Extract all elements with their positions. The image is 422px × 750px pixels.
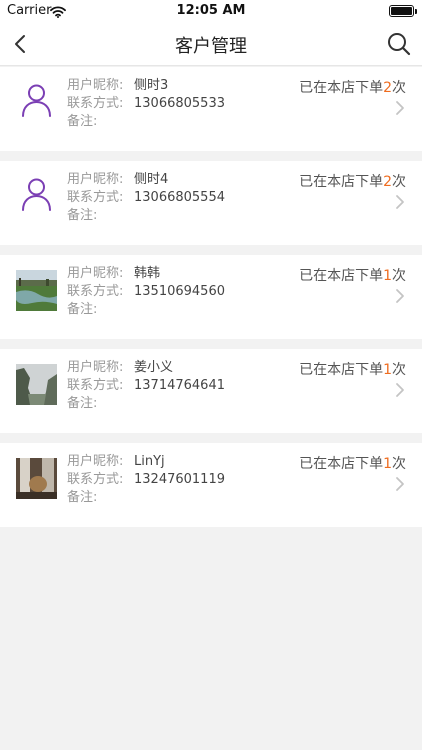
- customer-list: 用户昵称: 联系方式: 备注: 侧时3 13066805533 已在本店下单2次…: [0, 67, 422, 537]
- contact-label: 联系方式:: [67, 472, 124, 487]
- customer-phone: 13714764641: [134, 378, 225, 393]
- remark-label: 备注:: [67, 490, 98, 505]
- order-number: 1: [383, 456, 392, 472]
- contact-label: 联系方式:: [67, 378, 124, 393]
- nickname-label: 用户昵称:: [67, 172, 124, 187]
- order-prefix: 已在本店下单: [299, 174, 384, 190]
- nickname-label: 用户昵称:: [67, 360, 124, 375]
- customer-phone: 13066805554: [134, 190, 225, 205]
- search-icon: [388, 33, 411, 56]
- customer-phone: 13510694560: [134, 284, 225, 299]
- page-title: 客户管理: [175, 36, 247, 57]
- customer-remark: [134, 301, 225, 319]
- order-prefix: 已在本店下单: [299, 362, 384, 378]
- battery-icon: [389, 5, 417, 17]
- order-suffix: 次: [392, 456, 406, 472]
- clock: 12:05 AM: [176, 3, 246, 18]
- order-count: 已在本店下单2次: [299, 77, 406, 97]
- order-prefix: 已在本店下单: [299, 268, 384, 284]
- contact-label: 联系方式:: [67, 190, 124, 205]
- remark-label: 备注:: [67, 208, 98, 223]
- order-count: 已在本店下单1次: [299, 265, 406, 285]
- chevron-right-icon: [395, 194, 405, 210]
- nickname-label: 用户昵称:: [67, 454, 124, 469]
- customer-card[interactable]: 用户昵称: 联系方式: 备注: LinYj 13247601119 已在本店下单…: [0, 443, 422, 527]
- nickname-label: 用户昵称:: [67, 78, 124, 93]
- customer-card[interactable]: 用户昵称: 联系方式: 备注: 侧时4 13066805554 已在本店下单2次: [0, 161, 422, 245]
- remark-label: 备注:: [67, 114, 98, 129]
- order-prefix: 已在本店下单: [299, 456, 384, 472]
- order-suffix: 次: [392, 80, 406, 96]
- order-prefix: 已在本店下单: [299, 80, 384, 96]
- avatar-photo-river: [16, 270, 57, 311]
- person-icon: [16, 80, 57, 121]
- avatar-photo-rock: [16, 458, 57, 499]
- order-count: 已在本店下单1次: [299, 453, 406, 473]
- order-suffix: 次: [392, 174, 406, 190]
- remark-label: 备注:: [67, 396, 98, 411]
- search-button[interactable]: [386, 31, 412, 57]
- contact-label: 联系方式:: [67, 284, 124, 299]
- person-icon: [16, 174, 57, 215]
- customer-phone: 13247601119: [134, 472, 225, 487]
- order-number: 2: [383, 80, 392, 96]
- contact-label: 联系方式:: [67, 96, 124, 111]
- chevron-right-icon: [395, 288, 405, 304]
- remark-label: 备注:: [67, 302, 98, 317]
- customer-remark: [134, 489, 225, 507]
- customer-card[interactable]: 用户昵称: 联系方式: 备注: 韩韩 13510694560 已在本店下单1次: [0, 255, 422, 339]
- navigation-bar: 客户管理: [0, 22, 422, 66]
- order-suffix: 次: [392, 362, 406, 378]
- status-bar: Carrier 12:05 AM: [0, 0, 422, 22]
- order-count: 已在本店下单1次: [299, 359, 406, 379]
- customer-nickname: LinYj: [134, 454, 165, 469]
- order-number: 1: [383, 362, 392, 378]
- order-number: 1: [383, 268, 392, 284]
- customer-card[interactable]: 用户昵称: 联系方式: 备注: 侧时3 13066805533 已在本店下单2次: [0, 67, 422, 151]
- nickname-label: 用户昵称:: [67, 266, 124, 281]
- avatar-photo-cliff: [16, 364, 57, 405]
- order-count: 已在本店下单2次: [299, 171, 406, 191]
- customer-nickname: 韩韩: [134, 266, 161, 281]
- customer-card[interactable]: 用户昵称: 联系方式: 备注: 姜小义 13714764641 已在本店下单1次: [0, 349, 422, 433]
- chevron-right-icon: [395, 476, 405, 492]
- customer-phone: 13066805533: [134, 96, 225, 111]
- chevron-right-icon: [395, 382, 405, 398]
- customer-nickname: 姜小义: [134, 360, 174, 375]
- order-number: 2: [383, 174, 392, 190]
- customer-remark: [134, 207, 225, 225]
- customer-remark: [134, 395, 225, 413]
- customer-remark: [134, 113, 225, 131]
- customer-nickname: 侧时3: [134, 78, 169, 93]
- customer-nickname: 侧时4: [134, 172, 169, 187]
- chevron-right-icon: [395, 100, 405, 116]
- order-suffix: 次: [392, 268, 406, 284]
